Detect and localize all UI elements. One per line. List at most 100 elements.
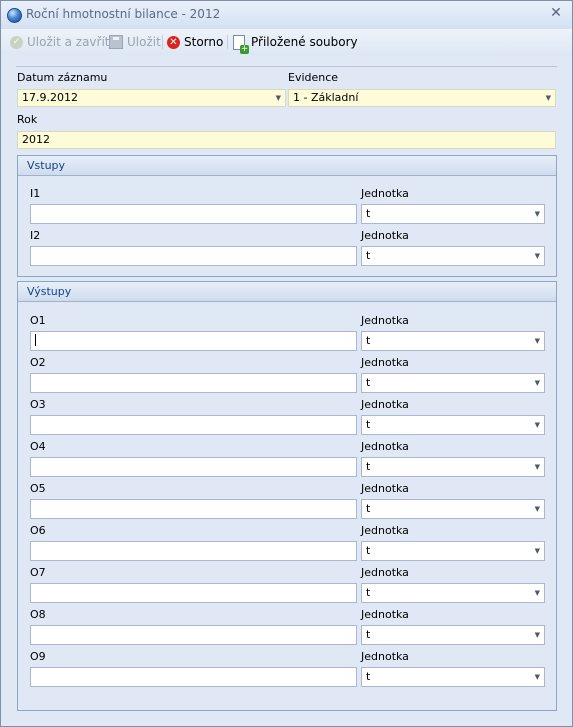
- field-label: O5: [30, 482, 46, 495]
- check-icon: ✓: [10, 35, 23, 49]
- unit-label: Jednotka: [361, 482, 409, 495]
- field-label: O2: [30, 356, 46, 369]
- attachments-label: Přiložené soubory: [251, 35, 358, 49]
- value-input[interactable]: [30, 331, 357, 351]
- date-label: Datum záznamu: [17, 71, 108, 84]
- unit-select[interactable]: t ▼: [361, 583, 545, 603]
- date-value: 17.9.2012: [22, 91, 78, 104]
- value-input[interactable]: [30, 667, 357, 687]
- toolbar-separator: [227, 35, 228, 49]
- toolbar: ✓ Uložit a zavřít Uložit ✕ Storno Přilož…: [1, 29, 572, 55]
- unit-select[interactable]: t ▼: [361, 625, 545, 645]
- unit-select[interactable]: t ▼: [361, 204, 545, 224]
- evidence-select[interactable]: 1 - Základní ▼: [288, 89, 556, 107]
- evidence-label: Evidence: [288, 71, 339, 84]
- chevron-down-icon[interactable]: ▼: [535, 542, 540, 561]
- unit-label: Jednotka: [361, 398, 409, 411]
- chevron-down-icon[interactable]: ▼: [535, 416, 540, 435]
- date-field[interactable]: 17.9.2012 ▼: [17, 89, 286, 107]
- unit-value: t: [366, 670, 371, 683]
- value-input[interactable]: [30, 499, 357, 519]
- field-label: O4: [30, 440, 46, 453]
- inputs-group: Vstupy I1 Jednotka t ▼ I2 Jednotka t ▼: [17, 155, 557, 277]
- value-input[interactable]: [30, 625, 357, 645]
- disk-icon: [109, 35, 123, 49]
- chevron-down-icon[interactable]: ▼: [535, 374, 540, 393]
- form-content: Datum záznamu 17.9.2012 ▼ Evidence 1 - Z…: [6, 59, 567, 722]
- field-label: O8: [30, 608, 46, 621]
- unit-label: Jednotka: [361, 356, 409, 369]
- unit-select[interactable]: t ▼: [361, 541, 545, 561]
- value-input[interactable]: [30, 246, 357, 266]
- save-close-button[interactable]: ✓ Uložit a zavřít: [10, 33, 110, 51]
- field-label: O1: [30, 314, 46, 327]
- value-input[interactable]: [30, 373, 357, 393]
- text-caret: [35, 334, 36, 346]
- chevron-down-icon[interactable]: ▼: [535, 668, 540, 687]
- divider: [16, 66, 557, 67]
- attachments-button[interactable]: Přiložené soubory: [233, 33, 358, 54]
- chevron-down-icon[interactable]: ▼: [535, 626, 540, 645]
- unit-value: t: [366, 334, 371, 347]
- unit-value: t: [366, 418, 371, 431]
- chevron-down-icon[interactable]: ▼: [276, 90, 281, 107]
- unit-value: t: [366, 249, 371, 262]
- unit-label: Jednotka: [361, 566, 409, 579]
- app-globe-icon: [7, 8, 22, 23]
- unit-select[interactable]: t ▼: [361, 246, 545, 266]
- unit-label: Jednotka: [361, 524, 409, 537]
- field-label: O6: [30, 524, 46, 537]
- unit-label: Jednotka: [361, 650, 409, 663]
- chevron-down-icon[interactable]: ▼: [546, 90, 551, 107]
- title-bar[interactable]: Roční hmotnostní bilance - 2012 ✕: [1, 1, 572, 29]
- unit-label: Jednotka: [361, 229, 409, 242]
- unit-label: Jednotka: [361, 314, 409, 327]
- close-icon[interactable]: ✕: [548, 5, 564, 21]
- unit-select[interactable]: t ▼: [361, 499, 545, 519]
- window-title: Roční hmotnostní bilance - 2012: [26, 7, 221, 21]
- unit-value: t: [366, 460, 371, 473]
- field-label: O7: [30, 566, 46, 579]
- unit-label: Jednotka: [361, 608, 409, 621]
- value-input[interactable]: [30, 204, 357, 224]
- cancel-button[interactable]: ✕ Storno: [167, 33, 223, 51]
- unit-value: t: [366, 207, 371, 220]
- cancel-label: Storno: [184, 35, 224, 49]
- save-close-label: Uložit a zavřít: [27, 35, 110, 49]
- chevron-down-icon[interactable]: ▼: [535, 584, 540, 603]
- unit-label: Jednotka: [361, 440, 409, 453]
- year-field[interactable]: 2012: [17, 131, 556, 149]
- unit-label: Jednotka: [361, 187, 409, 200]
- value-input[interactable]: [30, 541, 357, 561]
- save-button[interactable]: Uložit: [109, 33, 161, 51]
- toolbar-separator: [162, 35, 163, 49]
- unit-value: t: [366, 628, 371, 641]
- chevron-down-icon[interactable]: ▼: [535, 458, 540, 477]
- unit-select[interactable]: t ▼: [361, 373, 545, 393]
- chevron-down-icon[interactable]: ▼: [535, 205, 540, 224]
- outputs-group-title: Výstupy: [18, 282, 556, 302]
- unit-value: t: [366, 586, 371, 599]
- evidence-value: 1 - Základní: [293, 91, 359, 104]
- year-value: 2012: [22, 133, 50, 146]
- outputs-group: Výstupy O1 Jednotka t ▼ O2 Jednotka t ▼: [17, 281, 557, 711]
- field-label: O9: [30, 650, 46, 663]
- field-label: I2: [30, 229, 41, 242]
- field-label: O3: [30, 398, 46, 411]
- value-input[interactable]: [30, 415, 357, 435]
- chevron-down-icon[interactable]: ▼: [535, 500, 540, 519]
- unit-select[interactable]: t ▼: [361, 415, 545, 435]
- unit-select[interactable]: t ▼: [361, 457, 545, 477]
- save-label: Uložit: [127, 35, 161, 49]
- attach-file-icon: [233, 34, 249, 54]
- chevron-down-icon[interactable]: ▼: [535, 332, 540, 351]
- stop-icon: ✕: [167, 35, 180, 49]
- unit-value: t: [366, 376, 371, 389]
- chevron-down-icon[interactable]: ▼: [535, 247, 540, 266]
- unit-select[interactable]: t ▼: [361, 331, 545, 351]
- value-input[interactable]: [30, 457, 357, 477]
- unit-select[interactable]: t ▼: [361, 667, 545, 687]
- value-input[interactable]: [30, 583, 357, 603]
- unit-value: t: [366, 544, 371, 557]
- unit-value: t: [366, 502, 371, 515]
